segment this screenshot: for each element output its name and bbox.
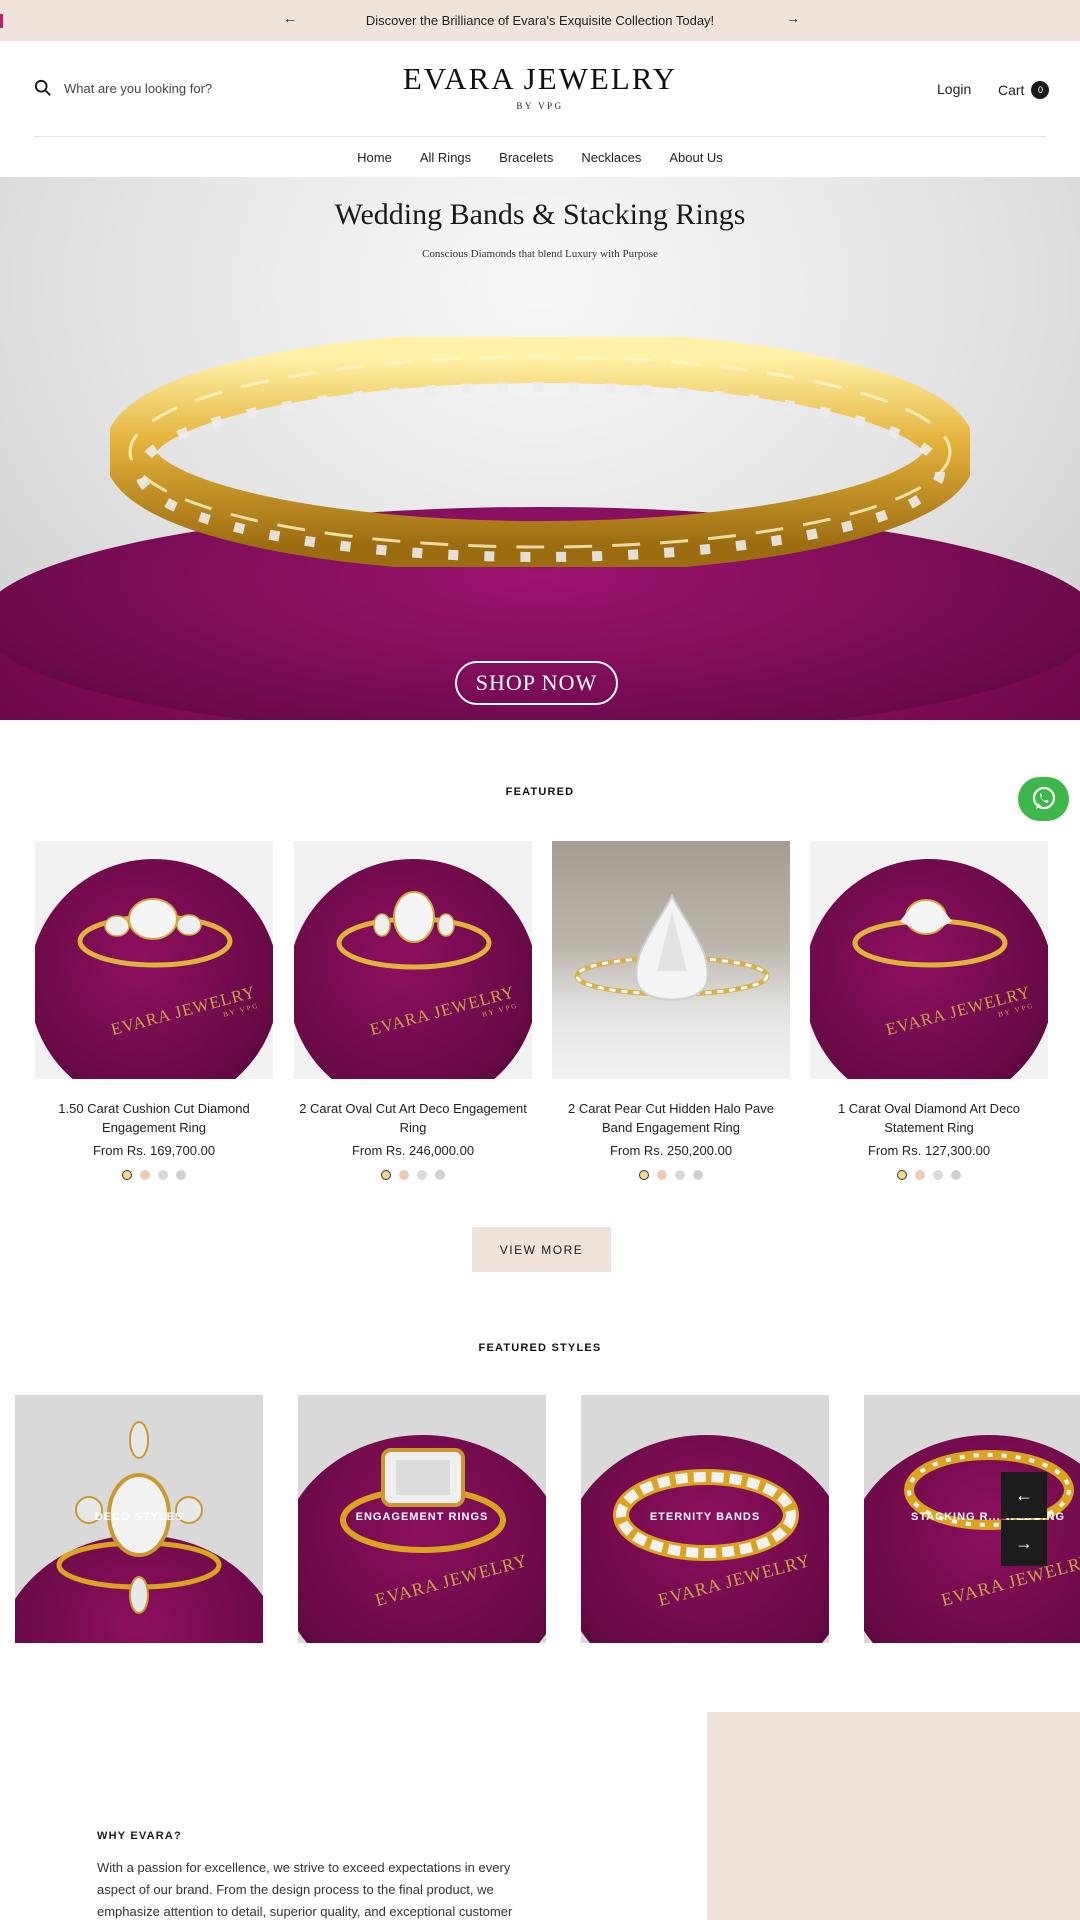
cart-link[interactable]: Cart 0 [998, 81, 1050, 99]
shop-now-button[interactable]: SHOP NOW [455, 661, 618, 705]
brand-logo[interactable]: EVARA JEWELRY BY VPG [0, 61, 1080, 111]
style-card[interactable]: DECO STYLES [15, 1395, 263, 1643]
swatch-yellow-gold[interactable] [639, 1170, 649, 1180]
nav-item-all-rings[interactable]: All Rings [420, 150, 471, 165]
metal-swatches [552, 1170, 790, 1180]
view-more-button[interactable]: VIEW MORE [472, 1227, 611, 1272]
swatch-yellow-gold[interactable] [897, 1170, 907, 1180]
swatch-white-gold[interactable] [158, 1170, 168, 1180]
hero-banner[interactable]: Wedding Bands & Stacking Rings Conscious… [0, 177, 1080, 720]
arrow-left-icon: ← [1015, 1484, 1033, 1505]
carousel-next-button[interactable]: → [1001, 1520, 1047, 1566]
login-link[interactable]: Login [937, 81, 971, 97]
featured-title: FEATURED [505, 786, 575, 798]
announcement-prev-arrow-icon[interactable]: ← [283, 10, 297, 26]
swatch-white-gold[interactable] [675, 1170, 685, 1180]
arrow-right-icon: → [1015, 1532, 1033, 1553]
swatch-rose-gold[interactable] [399, 1170, 409, 1180]
product-price: From Rs. 250,200.00 [609, 1143, 733, 1158]
product-price: From Rs. 246,000.00 [351, 1143, 475, 1158]
swatch-platinum[interactable] [951, 1170, 961, 1180]
cart-label: Cart [998, 82, 1025, 98]
product-price: From Rs. 169,700.00 [92, 1143, 216, 1158]
product-card[interactable]: EVARA JEWELRY BY VPG 2 Carat Oval Cut Art… [294, 841, 532, 1180]
swatch-yellow-gold[interactable] [381, 1170, 391, 1180]
diamond-ring-image [852, 899, 1008, 968]
swatch-platinum[interactable] [435, 1170, 445, 1180]
style-label: ENGAGEMENT RINGS [355, 1511, 489, 1523]
swatch-yellow-gold[interactable] [122, 1170, 132, 1180]
logo-subtitle: BY VPG [516, 101, 564, 111]
style-label: ETERNITY BANDS [649, 1511, 761, 1523]
emerald-cut-ring-image [340, 1448, 506, 1553]
why-title: WHY EVARA? [97, 1830, 182, 1842]
nav-item-necklaces[interactable]: Necklaces [581, 150, 641, 165]
product-image[interactable]: EVARA JEWELRY BY VPG [35, 841, 273, 1079]
hero-title: Wedding Bands & Stacking Rings [334, 198, 746, 231]
nav-item-home[interactable]: Home [357, 150, 392, 165]
swatch-rose-gold[interactable] [915, 1170, 925, 1180]
style-label: STACKING R... WEDDING [910, 1511, 1065, 1523]
hero-subtitle: Conscious Diamonds that blend Luxury wit… [422, 248, 658, 260]
style-card[interactable]: EVARA JEWELRY STACKING R... WEDDING [864, 1395, 1080, 1643]
swatch-rose-gold[interactable] [140, 1170, 150, 1180]
product-image[interactable] [552, 841, 790, 1079]
stacking-ring-image [904, 1450, 1074, 1530]
product-image[interactable]: EVARA JEWELRY BY VPG [810, 841, 1048, 1079]
logo-title: EVARA JEWELRY [402, 61, 678, 96]
announcement-next-arrow-icon[interactable]: → [786, 10, 800, 26]
gold-twist-ring-image [110, 337, 970, 567]
announcement-text: Discover the Brilliance of Evara's Exqui… [365, 13, 715, 28]
style-card[interactable]: EVARA JEWELRY ENGAGEMENT RINGS [298, 1395, 546, 1643]
cart-count-badge: 0 [1031, 81, 1050, 99]
style-label: DECO STYLES [94, 1511, 184, 1523]
announcement-bar: ← Discover the Brilliance of Evara's Exq… [0, 0, 1080, 41]
metal-swatches [810, 1170, 1048, 1180]
product-price: From Rs. 127,300.00 [867, 1143, 991, 1158]
swatch-platinum[interactable] [176, 1170, 186, 1180]
featured-styles-title: FEATURED STYLES [478, 1342, 602, 1354]
style-card[interactable]: EVARA JEWELRY ETERNITY BANDS [581, 1395, 829, 1643]
product-name[interactable]: 1 Carat Oval Diamond Art Deco Statement … [810, 1099, 1048, 1137]
diamond-ring-image [77, 898, 233, 968]
site-header: What are you looking for? EVARA JEWELRY … [0, 41, 1080, 136]
product-card[interactable]: EVARA JEWELRY BY VPG 1.50 Carat Cushion C… [35, 841, 273, 1180]
main-nav: Home All Rings Bracelets Necklaces About… [0, 137, 1080, 177]
diamond-ring-image [336, 891, 492, 970]
product-name[interactable]: 2 Carat Pear Cut Hidden Halo Pave Band E… [552, 1099, 790, 1137]
product-name[interactable]: 1.50 Carat Cushion Cut Diamond Engagemen… [35, 1099, 273, 1137]
carousel-prev-button[interactable]: ← [1001, 1472, 1047, 1518]
metal-swatches [294, 1170, 532, 1180]
metal-swatches [35, 1170, 273, 1180]
announcement-edge-marker [0, 14, 3, 28]
featured-styles-carousel: DECO STYLES EVARA JEWELRY ENGAGEMENT RIN… [15, 1395, 1080, 1643]
swatch-white-gold[interactable] [417, 1170, 427, 1180]
swatch-white-gold[interactable] [933, 1170, 943, 1180]
featured-products: EVARA JEWELRY BY VPG 1.50 Carat Cushion C… [35, 841, 1048, 1191]
why-text: With a passion for excellence, we strive… [97, 1860, 513, 1919]
product-name[interactable]: 2 Carat Oval Cut Art Deco Engagement Rin… [294, 1099, 532, 1137]
product-card[interactable]: 2 Carat Pear Cut Hidden Halo Pave Band E… [552, 841, 790, 1180]
whatsapp-chat-button[interactable] [1018, 777, 1069, 821]
why-image-panel [707, 1712, 1080, 1920]
nav-item-about-us[interactable]: About Us [669, 150, 722, 165]
swatch-platinum[interactable] [693, 1170, 703, 1180]
nav-item-bracelets[interactable]: Bracelets [499, 150, 553, 165]
product-card[interactable]: EVARA JEWELRY BY VPG 1 Carat Oval Diamond… [810, 841, 1048, 1180]
product-image[interactable]: EVARA JEWELRY BY VPG [294, 841, 532, 1079]
swatch-rose-gold[interactable] [657, 1170, 667, 1180]
pear-diamond-ring-image [574, 893, 770, 1001]
